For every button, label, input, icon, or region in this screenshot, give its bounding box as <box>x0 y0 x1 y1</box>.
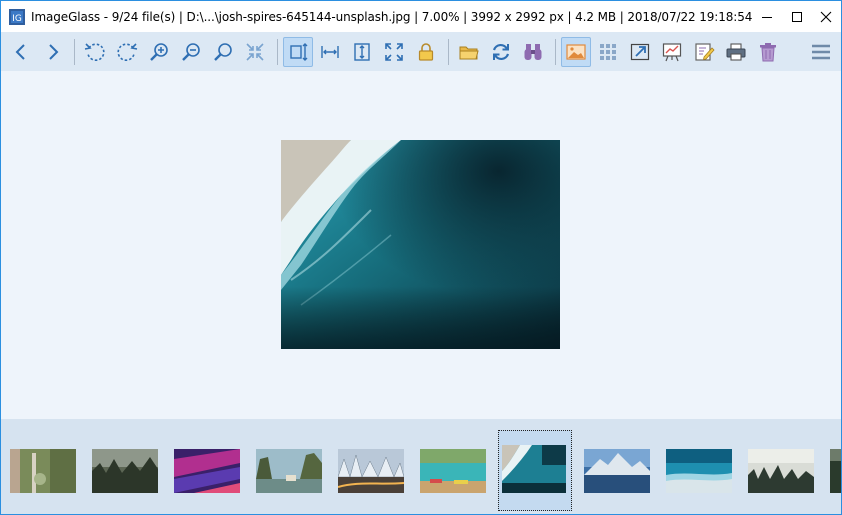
image-viewer[interactable] <box>1 71 841 419</box>
lock-zoom-icon <box>418 43 434 61</box>
fit-height-button[interactable] <box>347 37 377 67</box>
forward-button[interactable] <box>38 37 68 67</box>
toolbar <box>1 32 841 71</box>
thumbnail-item[interactable] <box>10 449 76 493</box>
thumbnail-bar <box>1 419 841 514</box>
rotate-left-icon <box>84 43 105 61</box>
close-button[interactable] <box>811 1 841 32</box>
toolbar-separator <box>277 39 278 65</box>
rotate-left-button[interactable] <box>80 37 110 67</box>
maximize-button[interactable] <box>782 1 812 32</box>
thumbnail-item[interactable] <box>748 449 814 493</box>
delete-icon <box>760 43 776 62</box>
fit-height-icon <box>354 43 370 61</box>
thumbnail-item[interactable] <box>174 449 240 493</box>
edit-button[interactable] <box>689 37 719 67</box>
edit-icon <box>695 43 715 61</box>
print-button[interactable] <box>721 37 751 67</box>
back-icon <box>15 44 25 60</box>
minimize-icon <box>762 16 773 18</box>
thumbnail-item[interactable] <box>584 449 650 493</box>
minimize-button[interactable] <box>752 1 782 32</box>
thumbnail-bar-button[interactable] <box>561 37 591 67</box>
toolbar-separator <box>555 39 556 65</box>
zoom-in-button[interactable] <box>144 37 174 67</box>
window-title: ImageGlass - 9/24 file(s) | D:\...\josh-… <box>31 9 753 24</box>
zoom-out-icon <box>182 43 200 61</box>
thumbnail-item-selected[interactable] <box>502 445 566 493</box>
forward-icon <box>49 44 59 60</box>
zoom-in-icon <box>150 43 168 61</box>
thumbnail-bar-icon <box>566 44 586 60</box>
rotate-right-icon <box>117 43 138 61</box>
imageglass-app-icon: IG <box>9 8 25 25</box>
refresh-button[interactable] <box>486 37 516 67</box>
checkerboard-button[interactable] <box>593 37 623 67</box>
maximize-icon <box>791 11 802 22</box>
back-button[interactable] <box>6 37 36 67</box>
zoom-out-button[interactable] <box>176 37 206 67</box>
thumbnail-item[interactable] <box>92 449 158 493</box>
scale-to-width-button[interactable] <box>315 37 345 67</box>
menu-button[interactable] <box>806 37 836 67</box>
toolbar-separator <box>74 39 75 65</box>
slideshow-icon <box>662 43 682 62</box>
open-folder-button[interactable] <box>454 37 484 67</box>
close-icon <box>820 11 832 22</box>
main-image-ocean-aerial[interactable] <box>281 140 560 349</box>
rotate-right-button[interactable] <box>112 37 142 67</box>
scale-to-height-button[interactable] <box>283 37 313 67</box>
delete-button[interactable] <box>753 37 783 67</box>
thumbnail-item[interactable] <box>338 449 404 493</box>
actual-size-icon <box>214 43 232 61</box>
actual-size-button[interactable] <box>208 37 238 67</box>
full-screen-button[interactable] <box>625 37 655 67</box>
open-folder-icon <box>459 46 479 60</box>
auto-zoom-button[interactable] <box>240 37 270 67</box>
thumbnail-item[interactable] <box>420 449 486 493</box>
full-screen-icon <box>630 43 650 61</box>
menu-icon <box>812 44 830 60</box>
title-bar[interactable]: IG ImageGlass - 9/24 file(s) | D:\...\jo… <box>1 1 841 32</box>
thumbnail-item[interactable] <box>830 449 841 493</box>
refresh-icon <box>492 43 510 61</box>
scale-to-width-icon <box>321 46 339 58</box>
checkerboard-icon <box>600 44 616 60</box>
thumbnail-item[interactable] <box>256 449 322 493</box>
toolbar-separator <box>448 39 449 65</box>
print-icon <box>726 43 746 61</box>
app-window: IG ImageGlass - 9/24 file(s) | D:\...\jo… <box>0 0 842 515</box>
scale-to-height-icon <box>290 43 308 61</box>
thumbnail-item[interactable] <box>666 449 732 493</box>
svg-text:IG: IG <box>12 14 22 24</box>
fill-window-button[interactable] <box>379 37 409 67</box>
find-button[interactable] <box>518 37 548 67</box>
auto-zoom-icon <box>246 43 264 61</box>
lock-zoom-button[interactable] <box>411 37 441 67</box>
find-icon <box>524 44 542 60</box>
fill-window-icon <box>385 43 403 61</box>
slideshow-button[interactable] <box>657 37 687 67</box>
